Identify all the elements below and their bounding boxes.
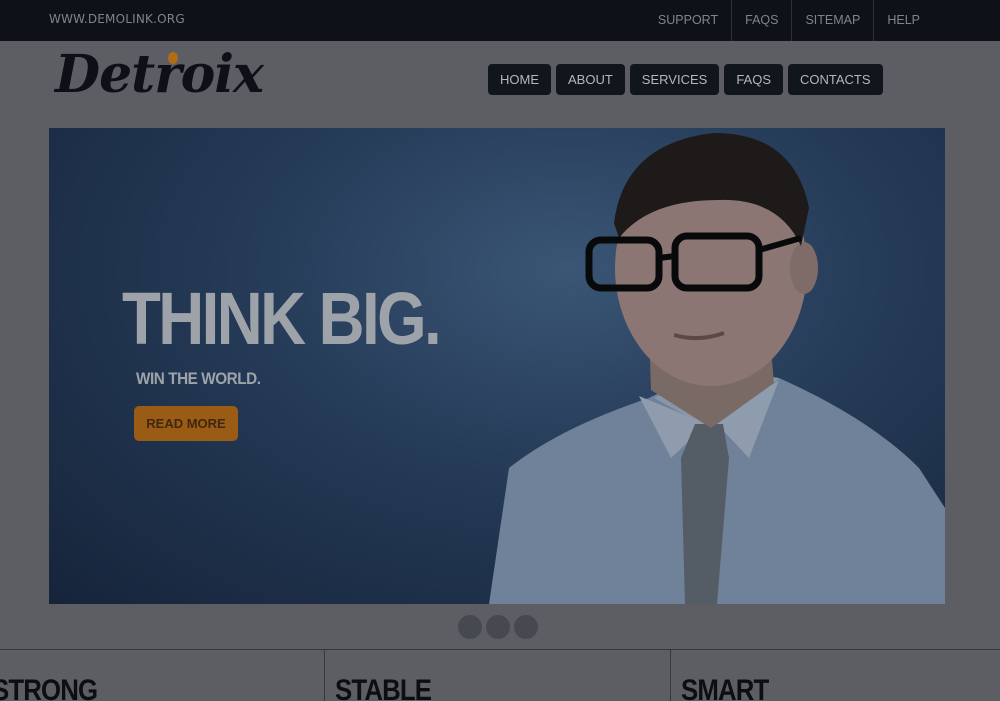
feature-stable: STABLE [324,650,670,701]
slider-dot-2[interactable] [486,615,510,639]
nav-contacts[interactable]: CONTACTS [788,64,883,95]
feature-title-strong: STRONG [0,674,98,701]
top-bar: WWW.DEMOLINK.ORG SUPPORT FAQS SITEMAP HE… [0,0,1000,41]
slider-dot-3[interactable] [514,615,538,639]
slider-dot-1[interactable] [458,615,482,639]
logo[interactable]: Detroix [55,44,264,105]
nav-services[interactable]: SERVICES [629,64,720,95]
slider-dots [458,615,538,639]
hero-title: THINK BIG. [122,277,442,360]
feature-title-stable: STABLE [335,674,432,701]
nav-home[interactable]: HOME [488,64,551,95]
top-link-support[interactable]: SUPPORT [645,0,731,41]
hero-person-image [489,133,945,604]
feature-smart: SMART [670,650,1000,701]
nav-faqs[interactable]: FAQS [724,64,783,95]
main-nav: HOME ABOUT SERVICES FAQS CONTACTS [488,64,883,95]
feature-title-smart: SMART [681,674,769,701]
feature-strong: STRONG [0,650,324,701]
site-url[interactable]: WWW.DEMOLINK.ORG [49,12,185,26]
top-link-faqs[interactable]: FAQS [731,0,791,41]
read-more-button[interactable]: READ MORE [134,406,238,441]
logo-dot [168,52,178,64]
top-link-help[interactable]: HELP [873,0,933,41]
hero-slider: THINK BIG. WIN THE WORLD. READ MORE [49,128,945,604]
top-link-sitemap[interactable]: SITEMAP [791,0,873,41]
nav-about[interactable]: ABOUT [556,64,625,95]
features-row: STRONG STABLE SMART [0,649,1000,701]
top-links: SUPPORT FAQS SITEMAP HELP [645,0,933,41]
hero-subtitle: WIN THE WORLD. [136,369,261,388]
